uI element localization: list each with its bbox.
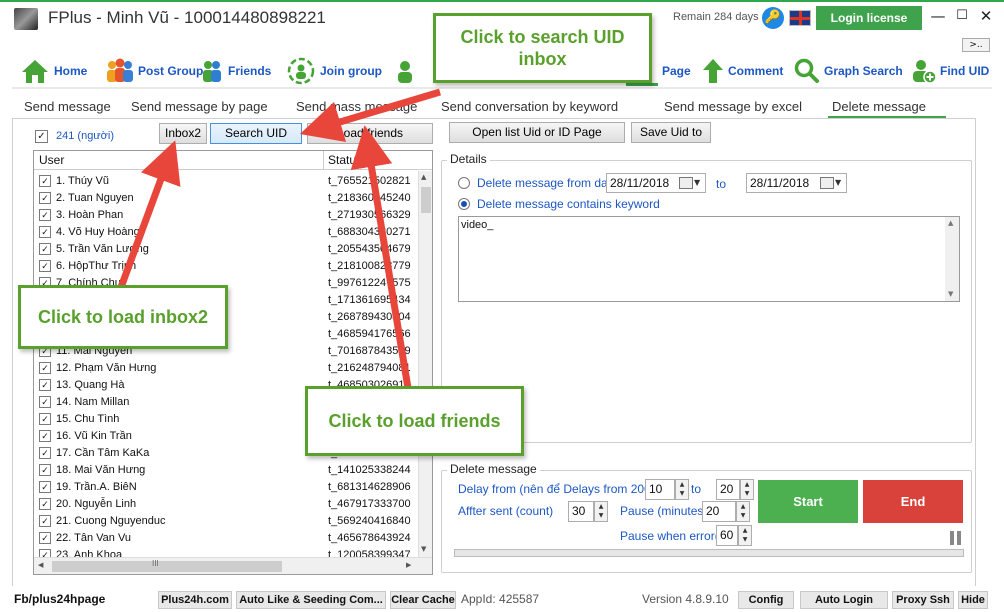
arrow-to-search-uid	[299, 88, 442, 143]
callout-search-uid: Click to search UID inbox	[433, 13, 652, 83]
fanpage-link[interactable]: Fb/plus24hpage	[14, 592, 105, 606]
arrow-to-inbox2	[116, 140, 181, 292]
appid-label: AppId: 425587	[461, 592, 540, 606]
arrow-to-load-friends	[350, 125, 412, 389]
callout-load-friends: Click to load friends	[305, 386, 524, 456]
clear-cache-button[interactable]: Clear Cache	[390, 591, 456, 609]
auto-login-button[interactable]: Auto Login	[800, 591, 888, 609]
config-button[interactable]: Config	[738, 591, 794, 609]
plus24h-button[interactable]: Plus24h.com	[158, 591, 232, 609]
hide-button[interactable]: Hide	[958, 591, 988, 609]
auto-like-button[interactable]: Auto Like & Seeding Com...	[236, 591, 386, 609]
version-label: Version 4.8.9.10	[642, 592, 729, 606]
callout-inbox2: Click to load inbox2	[18, 285, 228, 349]
proxy-ssh-button[interactable]: Proxy Ssh	[892, 591, 954, 609]
